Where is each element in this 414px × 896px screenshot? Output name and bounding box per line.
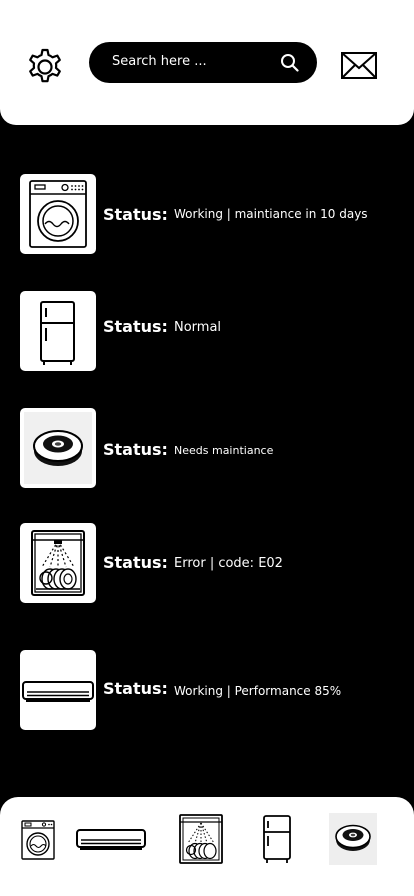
status-text: Normal bbox=[174, 320, 222, 335]
nav-refrigerator[interactable] bbox=[261, 813, 293, 865]
status-label: Status: bbox=[103, 440, 168, 459]
status-text: Needs maintiance bbox=[174, 444, 274, 457]
air-conditioner-icon bbox=[76, 829, 146, 850]
status-text: Working | maintiance in 10 days bbox=[174, 207, 368, 221]
robot-vacuum-icon bbox=[24, 412, 92, 484]
status-label: Status: bbox=[103, 205, 168, 224]
top-header: Search here ... bbox=[0, 0, 414, 125]
status-text: Working | Performance 85% bbox=[174, 684, 342, 698]
mail-icon[interactable] bbox=[340, 50, 378, 82]
status-label: Status: bbox=[103, 317, 168, 336]
search-input[interactable]: Search here ... bbox=[112, 53, 207, 71]
device-row-dishwasher[interactable]: Status: Error | code: E02 bbox=[20, 523, 414, 603]
device-thumbnail[interactable] bbox=[20, 650, 96, 730]
refrigerator-icon bbox=[263, 815, 291, 863]
search-bar[interactable]: Search here ... bbox=[89, 42, 317, 83]
washing-machine-icon bbox=[21, 820, 55, 860]
nav-washing-machine[interactable] bbox=[20, 819, 56, 861]
air-conditioner-icon bbox=[22, 681, 94, 702]
bottom-navigation bbox=[0, 797, 414, 896]
status-label: Status: bbox=[103, 679, 168, 698]
nav-air-conditioner[interactable] bbox=[75, 828, 147, 854]
robot-vacuum-icon bbox=[329, 813, 377, 865]
device-row-washing-machine[interactable]: Status: Working | maintiance in 10 days bbox=[20, 174, 414, 254]
nav-dishwasher[interactable] bbox=[178, 813, 224, 865]
washing-machine-icon bbox=[29, 180, 87, 248]
dishwasher-icon bbox=[179, 814, 223, 864]
device-thumbnail[interactable] bbox=[20, 523, 96, 603]
status-label: Status: bbox=[103, 553, 168, 572]
device-row-air-conditioner[interactable]: Status: Working | Performance 85% bbox=[20, 650, 414, 730]
refrigerator-icon bbox=[40, 301, 75, 365]
status-text: Error | code: E02 bbox=[174, 556, 283, 571]
search-icon[interactable] bbox=[280, 53, 299, 72]
settings-gear-icon[interactable] bbox=[23, 45, 67, 89]
dishwasher-icon bbox=[31, 530, 85, 596]
device-thumbnail[interactable] bbox=[20, 174, 96, 254]
nav-robot-vacuum[interactable] bbox=[329, 813, 377, 865]
device-row-robot-vacuum[interactable]: Status: Needs maintiance bbox=[20, 408, 414, 488]
device-thumbnail[interactable] bbox=[20, 291, 96, 371]
device-thumbnail[interactable] bbox=[20, 408, 96, 488]
device-row-refrigerator[interactable]: Status: Normal bbox=[20, 291, 414, 371]
